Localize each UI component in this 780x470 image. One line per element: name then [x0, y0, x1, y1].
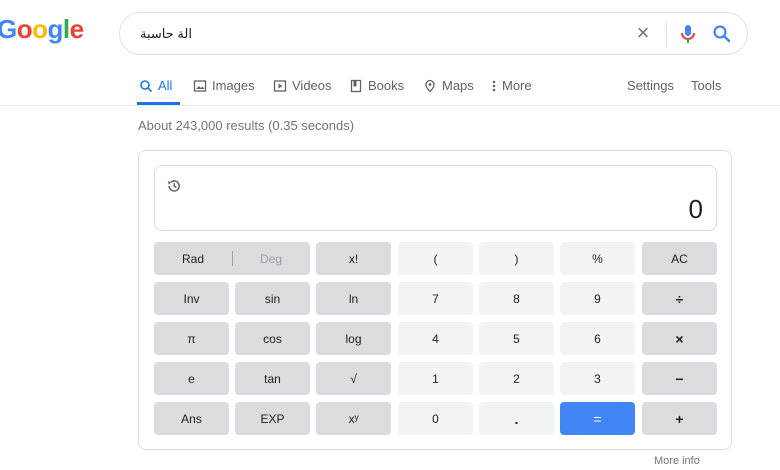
tab-all[interactable]: All: [139, 78, 172, 93]
digit-2-button[interactable]: 2: [479, 362, 554, 395]
subtract-button[interactable]: −: [642, 362, 717, 395]
divide-button[interactable]: ÷: [642, 282, 717, 315]
tools-link[interactable]: Tools: [691, 78, 721, 93]
power-button[interactable]: xʸ: [316, 402, 391, 435]
tab-videos[interactable]: Videos: [273, 78, 332, 93]
active-tab-indicator: [137, 102, 180, 105]
digit-6-button[interactable]: 6: [560, 322, 635, 355]
calculator-widget: 0 Rad Deg x! ( ) % AC Inv sin ln 7 8 9 ÷…: [138, 150, 732, 450]
exp-button[interactable]: EXP: [235, 402, 310, 435]
percent-button[interactable]: %: [560, 242, 635, 275]
calculator-result: 0: [688, 194, 703, 224]
digit-8-button[interactable]: 8: [479, 282, 554, 315]
euler-button[interactable]: e: [154, 362, 229, 395]
tab-label: Videos: [292, 78, 332, 93]
multiply-button[interactable]: ×: [642, 322, 717, 355]
angle-mode-toggle: Rad Deg: [154, 242, 310, 275]
search-box[interactable]: الة حاسبة ×: [119, 12, 748, 55]
digit-9-button[interactable]: 9: [560, 282, 635, 315]
tab-label: All: [158, 78, 173, 93]
log-button[interactable]: log: [316, 322, 391, 355]
settings-label: Settings: [627, 78, 674, 93]
digit-3-button[interactable]: 3: [560, 362, 635, 395]
microphone-icon[interactable]: [676, 22, 700, 46]
search-input[interactable]: الة حاسبة: [140, 26, 192, 42]
clear-icon[interactable]: ×: [631, 21, 655, 45]
tab-maps[interactable]: Maps: [423, 78, 474, 93]
answer-button[interactable]: Ans: [154, 402, 229, 435]
search-tabs: All Images Videos Books Maps More Settin…: [0, 70, 780, 106]
search-icon: [140, 79, 153, 92]
decimal-button[interactable]: .: [479, 402, 554, 435]
tab-label: More: [502, 78, 532, 93]
digit-0-button[interactable]: 0: [398, 402, 473, 435]
close-paren-button[interactable]: ): [479, 242, 554, 275]
digit-4-button[interactable]: 4: [398, 322, 473, 355]
pi-button[interactable]: π: [154, 322, 229, 355]
results-stats: About 243,000 results (0.35 seconds): [138, 118, 355, 133]
deg-button[interactable]: Deg: [232, 242, 310, 275]
tab-label: Books: [368, 78, 405, 93]
logo-letter: G: [0, 14, 17, 44]
settings-link[interactable]: Settings: [627, 78, 674, 93]
sin-button[interactable]: sin: [235, 282, 310, 315]
tab-images[interactable]: Images: [193, 78, 255, 93]
book-icon: [350, 79, 362, 92]
tab-more[interactable]: More: [491, 78, 532, 93]
logo-letter: o: [32, 14, 48, 44]
add-button[interactable]: +: [642, 402, 717, 435]
cos-button[interactable]: cos: [235, 322, 310, 355]
play-icon: [273, 79, 287, 92]
all-clear-button[interactable]: AC: [642, 242, 717, 275]
logo-letter: e: [69, 14, 84, 44]
image-icon: [193, 79, 207, 92]
tab-books[interactable]: Books: [349, 78, 404, 93]
tools-label: Tools: [691, 78, 722, 93]
digit-5-button[interactable]: 5: [479, 322, 554, 355]
search-icon[interactable]: [710, 22, 734, 46]
pin-icon: [425, 79, 435, 92]
more-info-link[interactable]: More info: [654, 455, 700, 467]
tab-label: Maps: [442, 78, 474, 93]
rad-button[interactable]: Rad: [154, 242, 232, 275]
inverse-button[interactable]: Inv: [154, 282, 229, 315]
equals-button[interactable]: =: [560, 402, 635, 435]
tan-button[interactable]: tan: [235, 362, 310, 395]
logo-letter: g: [47, 14, 64, 44]
digit-7-button[interactable]: 7: [398, 282, 473, 315]
logo-letter: o: [16, 14, 33, 44]
search-divider: [666, 21, 667, 47]
factorial-button[interactable]: x!: [316, 242, 391, 275]
calculator-display: 0: [154, 165, 717, 231]
digit-1-button[interactable]: 1: [398, 362, 473, 395]
more-dots-icon: [492, 80, 496, 91]
logo-letter: l: [62, 14, 70, 44]
sqrt-button[interactable]: √: [316, 362, 391, 395]
open-paren-button[interactable]: (: [398, 242, 473, 275]
history-icon[interactable]: [166, 178, 182, 194]
google-logo[interactable]: Google: [0, 14, 84, 45]
ln-button[interactable]: ln: [316, 282, 391, 315]
tab-label: Images: [212, 78, 255, 93]
